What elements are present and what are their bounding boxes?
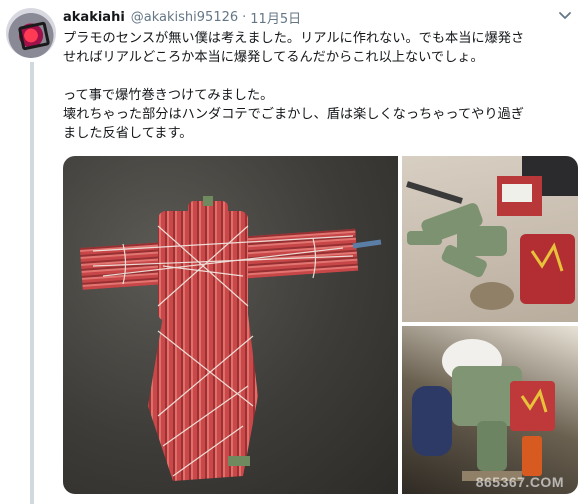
tweet-header: akakiahi @akakishi95126 · 11月5日 bbox=[63, 7, 301, 27]
firecracker-figure-illustration bbox=[79, 196, 382, 481]
avatar[interactable] bbox=[6, 8, 56, 58]
thread-line bbox=[30, 62, 34, 504]
tweet-text-line bbox=[63, 67, 578, 86]
photo-model-with-shield[interactable]: 865367.COM bbox=[402, 326, 578, 494]
tweet-text-line: って事で爆竹巻きつけてみました。 bbox=[63, 88, 274, 103]
chevron-down-icon bbox=[559, 12, 571, 19]
photo-firecracker-figure[interactable] bbox=[63, 156, 398, 494]
model-shield-illustration bbox=[412, 339, 555, 481]
tweet-text: プラモのセンスが無い僕は考えました。リアルに作れない。でも本当に爆発さ せればリ… bbox=[63, 29, 578, 143]
display-name[interactable]: akakiahi bbox=[63, 10, 125, 25]
tweet-text-line: せればリアルどころか本当に爆発してるんだからこれ以上ないでしょ。 bbox=[63, 50, 484, 65]
watermark: 865367.COM bbox=[475, 474, 564, 490]
user-handle[interactable]: @akakishi95126 bbox=[131, 10, 238, 25]
broken-model-illustration bbox=[406, 156, 578, 310]
photo-broken-model[interactable] bbox=[402, 156, 578, 322]
separator-dot: · bbox=[242, 9, 247, 25]
tweet-media-grid: 865367.COM bbox=[63, 156, 578, 494]
tweet-text-line: 壊れちゃった部分はハンダコテでごまかし、盾は楽しくなっちゃってやり過ぎ bbox=[63, 107, 524, 122]
tweet-date[interactable]: 11月5日 bbox=[250, 8, 301, 27]
tweet-text-line: プラモのセンスが無い僕は考えました。リアルに作れない。でも本当に爆発さ bbox=[63, 31, 525, 46]
tweet-text-line: ました反省してます。 bbox=[63, 126, 193, 141]
more-options-button[interactable] bbox=[556, 8, 574, 24]
